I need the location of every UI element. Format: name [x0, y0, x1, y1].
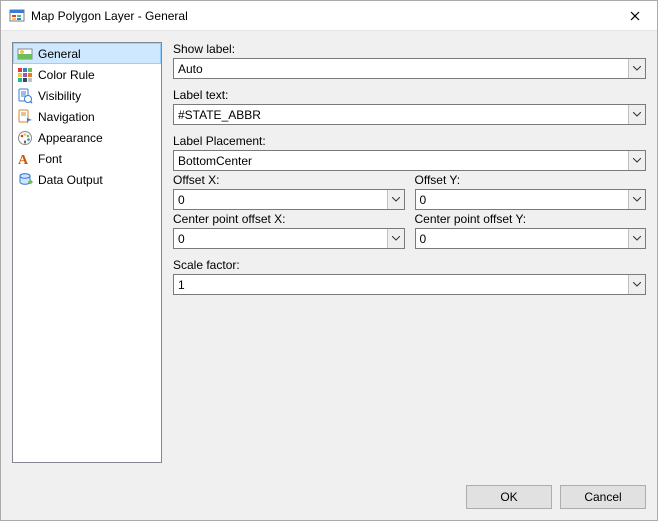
label-text-input[interactable]	[174, 105, 628, 124]
offset-y-label: Offset Y:	[415, 173, 647, 187]
font-icon: A	[17, 151, 33, 167]
chevron-down-icon[interactable]	[387, 190, 404, 209]
ok-button[interactable]: OK	[466, 485, 552, 509]
cp-offset-x-label: Center point offset X:	[173, 212, 405, 226]
offset-x-combo[interactable]	[173, 189, 405, 210]
show-label-combo[interactable]	[173, 58, 646, 79]
sidebar: General Color Rule Visibility	[12, 42, 162, 463]
color-rule-icon	[17, 67, 33, 83]
chevron-down-icon[interactable]	[628, 275, 645, 294]
label-text-label: Label text:	[173, 88, 646, 102]
sidebar-item-appearance[interactable]: Appearance	[13, 127, 161, 148]
scale-factor-label: Scale factor:	[173, 258, 646, 272]
cancel-button[interactable]: Cancel	[560, 485, 646, 509]
sidebar-item-label: General	[38, 47, 81, 61]
sidebar-item-label: Navigation	[38, 110, 95, 124]
cp-offset-x-combo[interactable]	[173, 228, 405, 249]
scale-factor-input[interactable]	[174, 275, 628, 294]
appearance-icon	[17, 130, 33, 146]
close-button[interactable]	[613, 1, 657, 30]
scale-factor-combo[interactable]	[173, 274, 646, 295]
label-placement-combo[interactable]	[173, 150, 646, 171]
data-output-icon	[17, 172, 33, 188]
label-placement-label: Label Placement:	[173, 134, 646, 148]
sidebar-item-general[interactable]: General	[13, 43, 161, 64]
label-placement-input[interactable]	[174, 151, 628, 170]
cp-offset-y-combo[interactable]	[415, 228, 647, 249]
cp-offset-y-input[interactable]	[416, 229, 629, 248]
label-text-combo[interactable]	[173, 104, 646, 125]
form-panel: Show label: Label text: Label Placement:…	[173, 42, 646, 463]
offset-x-input[interactable]	[174, 190, 387, 209]
chevron-down-icon[interactable]	[628, 59, 645, 78]
sidebar-item-label: Data Output	[38, 173, 103, 187]
sidebar-item-visibility[interactable]: Visibility	[13, 85, 161, 106]
sidebar-item-label: Visibility	[38, 89, 81, 103]
dialog-window: Map Polygon Layer - General General	[0, 0, 658, 521]
chevron-down-icon[interactable]	[628, 151, 645, 170]
sidebar-item-font[interactable]: A Font	[13, 148, 161, 169]
chevron-down-icon[interactable]	[387, 229, 404, 248]
button-bar: OK Cancel	[1, 474, 657, 520]
navigation-icon	[17, 109, 33, 125]
general-icon	[17, 46, 33, 62]
chevron-down-icon[interactable]	[628, 229, 645, 248]
dialog-body: General Color Rule Visibility	[1, 31, 657, 474]
show-label-input[interactable]	[174, 59, 628, 78]
sidebar-item-label: Font	[38, 152, 62, 166]
sidebar-item-data-output[interactable]: Data Output	[13, 169, 161, 190]
titlebar: Map Polygon Layer - General	[1, 1, 657, 31]
sidebar-item-label: Color Rule	[38, 68, 95, 82]
cp-offset-x-input[interactable]	[174, 229, 387, 248]
show-label-label: Show label:	[173, 42, 646, 56]
window-title: Map Polygon Layer - General	[31, 9, 613, 23]
visibility-icon	[17, 88, 33, 104]
offset-x-label: Offset X:	[173, 173, 405, 187]
sidebar-item-navigation[interactable]: Navigation	[13, 106, 161, 127]
offset-y-input[interactable]	[416, 190, 629, 209]
cp-offset-y-label: Center point offset Y:	[415, 212, 647, 226]
sidebar-item-color-rule[interactable]: Color Rule	[13, 64, 161, 85]
offset-y-combo[interactable]	[415, 189, 647, 210]
app-icon	[9, 8, 25, 24]
chevron-down-icon[interactable]	[628, 105, 645, 124]
svg-text:A: A	[18, 153, 29, 167]
sidebar-item-label: Appearance	[38, 131, 103, 145]
chevron-down-icon[interactable]	[628, 190, 645, 209]
